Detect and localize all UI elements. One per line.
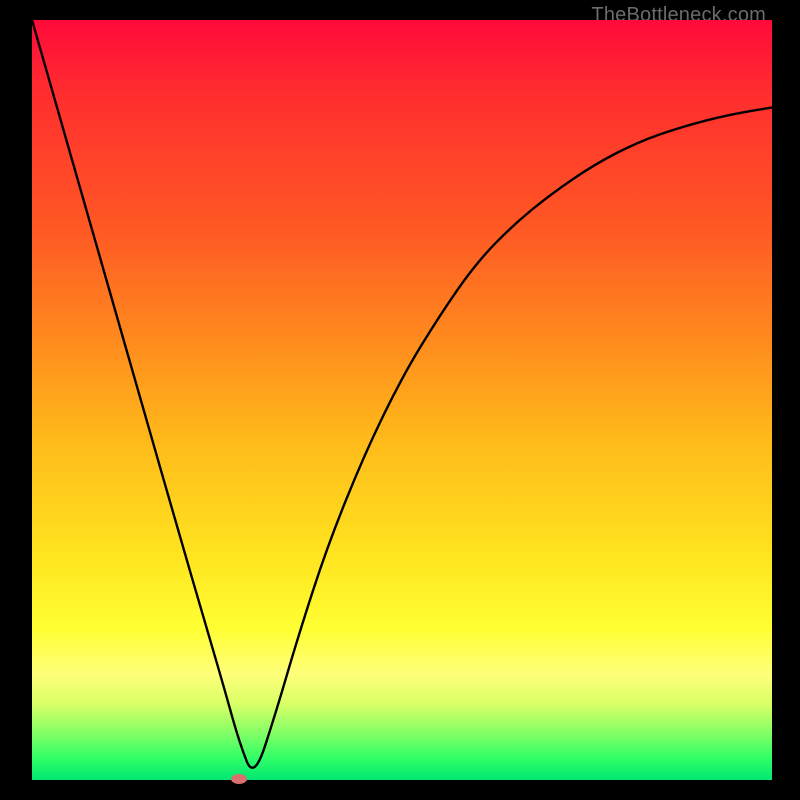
chart-frame: TheBottleneck.com	[0, 0, 800, 800]
curve-path	[32, 20, 772, 768]
bottleneck-curve	[32, 20, 772, 780]
minimum-marker	[231, 774, 247, 784]
plot-area	[32, 20, 772, 780]
